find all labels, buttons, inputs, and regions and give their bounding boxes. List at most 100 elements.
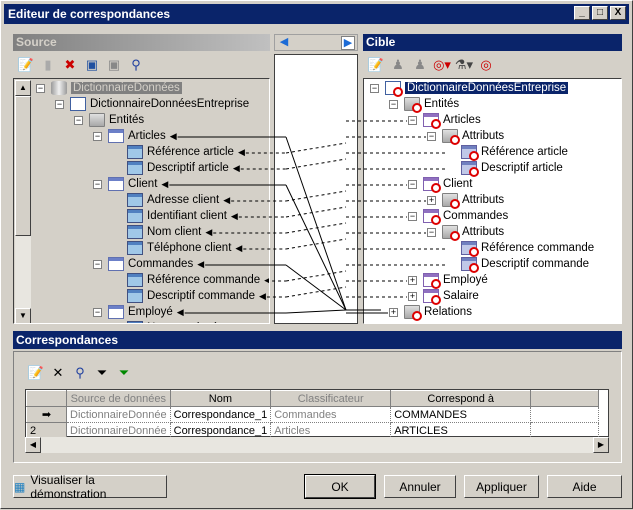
help-button[interactable]: Aide [547,475,622,498]
delete-datasource-icon[interactable]: ✖ [61,56,79,74]
source-vertical-scrollbar[interactable]: ▲ ▼ [15,80,31,323]
tree-node-label[interactable]: Descriptif commande [481,258,589,270]
tree-node[interactable]: − Attributs [427,128,504,145]
tree-node-label[interactable]: Client [128,178,157,190]
column-header-source[interactable]: Source de données [66,390,171,407]
tree-node-label[interactable]: Commandes [128,258,193,270]
tree-node[interactable]: Nom client ◀ [112,224,212,240]
tree-node-label[interactable]: DictionnaireDonnées [71,82,182,94]
collapse-icon[interactable]: − [389,99,398,109]
tree-node[interactable]: Référence commande [446,240,594,257]
users-disabled-icon-2[interactable]: ♟ [411,56,429,74]
tree-node[interactable]: − DictionnaireDonnéesEntreprise [55,96,249,112]
collapse-icon[interactable]: − [427,131,436,141]
tree-node-label[interactable]: Adresse client [147,194,219,206]
tree-node-label[interactable]: Entités [424,98,459,110]
tree-node[interactable]: Téléphone client ◀ [112,240,242,256]
tree-node-label[interactable]: Identifiant client [147,210,227,222]
tree-node-label[interactable]: Commandes [443,210,508,222]
source-tree[interactable]: ▲ ▼ − DictionnaireDonnées − DictionnaireDon… [13,78,270,324]
tree-node-label[interactable]: Référence commande [147,274,260,286]
find-icon[interactable]: ⚲ [71,364,89,382]
target-tree[interactable]: − DictionnaireDonnéesEntreprise − Entités − A… [363,78,622,324]
expand-icon[interactable]: + [408,291,417,301]
tree-node[interactable]: + Employé [408,272,488,289]
expand-icon[interactable]: + [408,275,417,285]
tree-node[interactable]: − DictionnaireDonnéesEntreprise [370,80,570,97]
tree-node[interactable]: Identifiant client ◀ [112,208,238,224]
tree-node[interactable]: Référence article [446,144,568,161]
collapse-icon[interactable]: − [370,83,379,93]
tree-node-label[interactable]: Référence article [147,146,234,158]
find-target-icon[interactable]: ◎ [477,56,495,74]
collapse-icon[interactable]: − [427,227,436,237]
ok-button[interactable]: OK [304,474,376,499]
tree-node-label[interactable]: Attributs [462,226,504,238]
tree-node-label[interactable]: Employé [128,306,173,318]
tree-node-label[interactable]: Relations [424,306,472,318]
tree-node[interactable]: Adresse client ◀ [112,192,230,208]
tree-node-label[interactable]: Référence article [481,146,568,158]
arrow-right-icon[interactable]: ▶ [341,36,355,50]
tree-node-label[interactable]: Nom employé [147,322,218,323]
tree-node[interactable]: Référence article ◀ [112,144,245,160]
cancel-button[interactable]: Annuler [384,475,456,498]
column-header-maps-to[interactable]: Correspond à [390,390,532,407]
grid-horizontal-scrollbar[interactable]: ◀ ▶ [25,437,609,453]
filter-icon[interactable]: ⚗▾ [455,56,473,74]
collapse-icon[interactable]: − [55,99,64,109]
collapse-icon[interactable]: − [74,115,83,125]
properties-icon[interactable]: 📝 [17,56,35,74]
find-icon[interactable]: ⚲ [127,56,145,74]
add-model-icon[interactable]: ▣ [83,56,101,74]
tree-node[interactable]: Descriptif article [446,160,563,177]
tree-node[interactable]: + Relations [389,304,472,321]
collapse-icon[interactable]: − [408,115,417,125]
tree-node[interactable]: Descriptif commande ◀ [112,288,266,304]
cell-classifier[interactable]: Commandes [270,406,392,423]
tree-node-label[interactable]: Nom client [147,226,201,238]
tree-node-label[interactable]: Client [443,178,472,190]
scroll-up-button[interactable]: ▲ [15,80,31,96]
mappings-grid[interactable]: Source de données Nom Classificateur Cor… [25,389,609,439]
scroll-down-button[interactable]: ▼ [15,308,31,323]
tree-node-label[interactable]: Attributs [462,194,504,206]
collapse-icon[interactable]: − [408,179,417,189]
demo-button[interactable]: ▦ Visualiser la démonstration [13,473,167,501]
collapse-icon[interactable]: − [36,83,45,93]
column-header-classifier[interactable]: Classificateur [270,390,392,407]
scroll-right-button[interactable]: ▶ [593,437,609,453]
cell-name[interactable]: Correspondance_1 [170,406,272,423]
tree-node[interactable]: − Articles ◀ [93,128,177,144]
filter-apply-icon[interactable]: ⏷ [115,364,133,382]
delete-icon[interactable]: ✕ [49,364,67,382]
properties-icon[interactable]: 📝 [27,364,45,382]
cell-maps-to[interactable]: COMMANDES [390,406,532,423]
filter-target-icon[interactable]: ◎▾ [433,56,451,74]
tree-node-label[interactable]: Référence commande [481,242,594,254]
maximize-button[interactable]: □ [592,6,608,20]
tree-node-label[interactable]: Descriptif article [147,162,229,174]
tree-node-label[interactable]: Employé [443,274,488,286]
collapse-icon[interactable]: − [93,179,102,189]
apply-button[interactable]: Appliquer [464,475,539,498]
new-datasource-icon[interactable]: ▮ [39,56,57,74]
tree-node[interactable]: − Commandes [408,208,508,225]
tree-node-label[interactable]: Entités [109,114,144,126]
tree-node[interactable]: − Employé ◀ [93,304,184,320]
cell-source[interactable]: DictionnaireDonnée [66,406,171,423]
close-button[interactable]: X [610,6,626,20]
model-disabled-icon[interactable]: ▣ [105,56,123,74]
tree-node-label[interactable]: Articles [443,114,481,126]
row-marker[interactable]: ➡ [26,406,67,423]
tree-node-label[interactable]: Descriptif commande [147,290,255,302]
tree-node[interactable]: − Articles [408,112,481,129]
collapse-icon[interactable]: − [93,259,102,269]
scroll-thumb[interactable] [15,96,31,236]
tree-node[interactable]: + Attributs [427,192,504,209]
column-header-name[interactable]: Nom [169,390,272,407]
filter-edit-icon[interactable]: ⏷ [93,364,111,382]
tree-node[interactable]: Nom employé ◀ [112,320,229,323]
tree-node[interactable]: − Commandes ◀ [93,256,204,272]
tree-node-label[interactable]: Articles [128,130,166,142]
